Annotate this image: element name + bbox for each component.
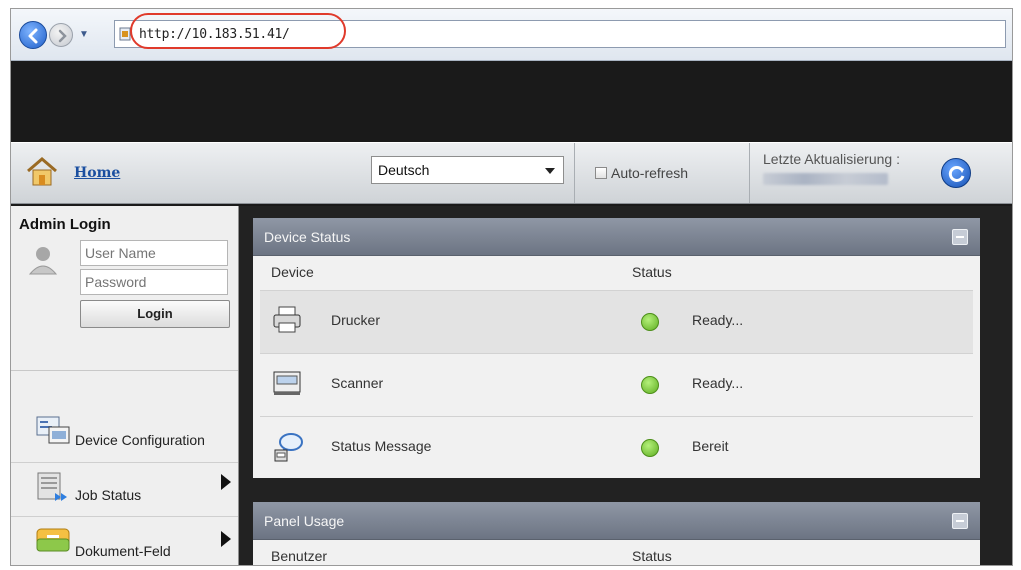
browser-toolbar: ▼ http://10.183.51.41/ [11,9,1012,61]
panel-usage-header: Panel Usage [253,502,980,540]
forward-button[interactable] [49,23,73,47]
device-status: Ready... [692,312,744,328]
back-button[interactable] [19,21,47,49]
login-button[interactable]: Login [80,300,230,328]
back-arrow-icon [28,28,38,44]
status-indicator-icon [641,313,659,331]
device-name: Scanner [331,375,384,391]
table-row[interactable]: Drucker Ready... [260,290,973,353]
table-row[interactable]: Scanner Ready... [260,353,973,416]
device-name: Drucker [331,312,381,328]
column-header-status: Status [632,548,672,564]
sidebar-divider [11,370,238,371]
screenshot-frame: ▼ http://10.183.51.41/ Home Deutsch Auto… [10,8,1013,566]
panel-title: Device Status [264,229,351,245]
auto-refresh-checkbox[interactable] [595,167,607,179]
header-divider [574,143,575,203]
column-header-user: Benutzer [271,548,328,564]
auto-refresh-label: Auto-refresh [611,165,689,181]
language-selected-value: Deutsch [378,162,430,178]
device-status-header: Device Status [253,218,980,256]
header-divider [749,143,750,203]
status-indicator-icon [641,439,659,457]
table-row[interactable]: Status Message Bereit [260,416,973,479]
address-bar[interactable]: http://10.183.51.41/ [114,20,1006,48]
chevron-down-icon [545,168,555,174]
forward-arrow-icon [58,29,67,43]
auto-refresh-toggle[interactable]: Auto-refresh [595,165,688,181]
address-url: http://10.183.51.41/ [139,27,290,42]
sidebar-item-label: Job Status [75,487,142,503]
admin-login-title: Admin Login [19,216,111,233]
history-dropdown-icon[interactable]: ▼ [79,29,89,40]
user-icon [28,247,58,275]
column-header-device: Device [271,264,314,280]
last-update-time-redacted [763,173,888,185]
main-content: Device Status Device Status Drucker Read… [239,206,1012,565]
device-status: Ready... [692,375,744,391]
chevron-right-icon [221,474,231,490]
device-configuration-icon [36,416,70,444]
password-input[interactable] [80,269,228,295]
sidebar-item-label: Device Configuration [75,432,205,448]
sidebar: Admin Login Login Device Configuration [11,206,239,565]
collapse-icon[interactable] [952,229,968,245]
job-status-icon [37,472,67,501]
scanner-icon [273,371,301,395]
page-icon [119,27,131,41]
status-message-icon [274,433,303,462]
language-select[interactable]: Deutsch [371,156,564,184]
status-indicator-icon [641,376,659,394]
home-link[interactable]: Home [74,165,120,181]
device-name: Status Message [331,438,432,454]
collapse-icon[interactable] [952,513,968,529]
sidebar-item-job-status[interactable]: Job Status [11,462,238,516]
refresh-button[interactable] [941,158,971,188]
home-icon[interactable] [25,155,59,187]
column-header-status: Status [632,264,672,280]
refresh-icon [948,165,965,182]
sidebar-item-dokument-feld[interactable]: Dokument-Feld [11,516,238,565]
printer-icon [273,306,301,333]
document-box-icon [36,528,70,552]
last-update-label: Letzte Aktualisierung : [763,151,900,167]
app-header: Home Deutsch Auto-refresh Letzte Aktuali… [11,142,1012,204]
sidebar-item-device-configuration[interactable]: Device Configuration [11,411,238,465]
sidebar-item-label: Dokument-Feld [75,543,171,559]
panel-usage-panel: Panel Usage Benutzer Status [253,502,980,565]
chevron-right-icon [221,531,231,547]
panel-title: Panel Usage [264,513,345,529]
device-status-panel: Device Status Device Status Drucker Read… [253,218,980,478]
username-input[interactable] [80,240,228,266]
device-status: Bereit [692,438,729,454]
